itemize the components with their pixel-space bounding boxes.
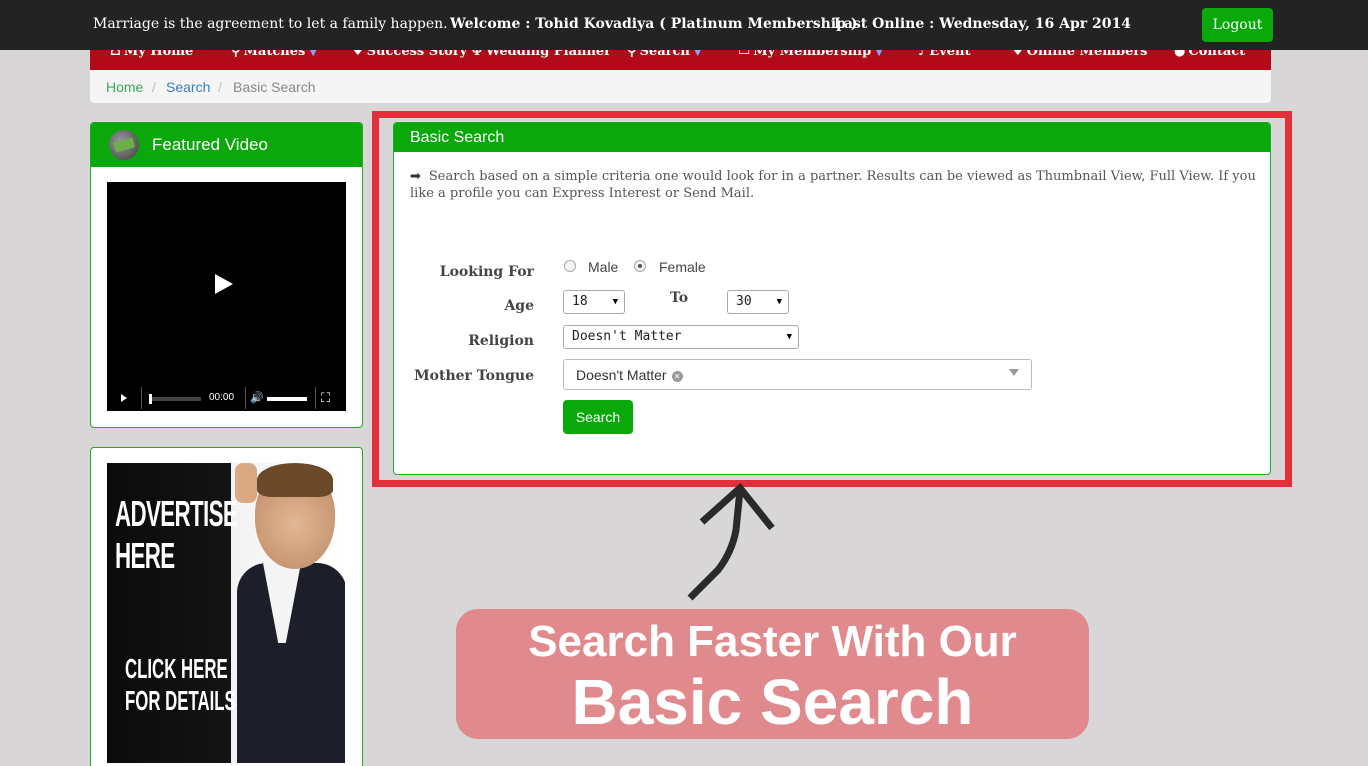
logout-button[interactable]: Logout — [1202, 8, 1273, 42]
search-description-text: Search based on a simple criteria one wo… — [410, 169, 1256, 201]
tagline: Marriage is the agreement to let a famil… — [93, 16, 448, 32]
ad-cta-line1: CLICK HERE — [125, 653, 228, 684]
breadcrumb-current: Basic Search — [233, 79, 316, 95]
chevron-down-icon: ▼ — [786, 332, 792, 342]
gender-radio-female[interactable] — [634, 260, 646, 272]
age-to-value: 30 — [736, 294, 752, 309]
search-button[interactable]: Search — [563, 400, 633, 434]
basic-search-title: Basic Search — [394, 123, 1270, 152]
featured-video-title: Featured Video — [152, 135, 268, 154]
film-reel-icon — [109, 130, 139, 160]
divider — [141, 387, 142, 409]
advertisement-panel: ADVERTISE HERE CLICK HERE FOR DETAILS — [90, 447, 363, 766]
ad-cta: CLICK HERE FOR DETAILS — [125, 653, 236, 717]
religion-value: Doesn't Matter — [572, 329, 682, 344]
video-player[interactable]: 00:00 🔊 ⛶ — [107, 182, 346, 411]
promo-banner: Search Faster With Our Basic Search — [456, 609, 1089, 739]
seek-bar[interactable] — [149, 394, 201, 404]
gender-male-label[interactable]: Male — [588, 259, 618, 275]
promo-banner-line1: Search Faster With Our — [528, 617, 1017, 666]
remove-tag-icon[interactable]: ✕ — [671, 371, 683, 382]
last-online: Last Online : Wednesday, 16 Apr 2014 — [834, 16, 1132, 32]
video-controls: 00:00 🔊 ⛶ — [107, 385, 346, 411]
advertise-here-banner[interactable]: ADVERTISE HERE CLICK HERE FOR DETAILS — [107, 463, 345, 763]
ad-headline-line1: ADVERTISE — [115, 493, 238, 534]
age-from-select[interactable]: 18 ▼ — [563, 290, 625, 314]
chevron-down-icon: ▼ — [776, 297, 782, 307]
ad-headline-line2: HERE — [115, 535, 175, 576]
annotation-arrow-icon — [687, 482, 775, 601]
mother-tongue-value: Doesn't Matter — [576, 367, 667, 383]
ad-man-hair — [257, 463, 333, 497]
video-time: 00:00 — [209, 392, 235, 403]
volume-icon[interactable]: 🔊 — [250, 391, 264, 404]
gender-radio-male[interactable] — [564, 260, 576, 272]
fullscreen-icon[interactable]: ⛶ — [321, 390, 330, 406]
promo-banner-line2: Basic Search — [571, 666, 974, 738]
age-to-label: To — [670, 290, 689, 306]
religion-label: Religion — [468, 333, 534, 349]
top-bar: Marriage is the agreement to let a famil… — [0, 0, 1368, 50]
divider — [245, 387, 246, 409]
breadcrumb: Home / Search / Basic Search — [90, 70, 1271, 103]
age-label: Age — [504, 298, 534, 314]
mother-tongue-label: Mother Tongue — [414, 368, 534, 384]
breadcrumb-search[interactable]: Search — [166, 79, 210, 95]
looking-for-label: Looking For — [439, 264, 534, 280]
ad-cta-line2: FOR DETAILS — [125, 685, 236, 716]
search-description: ➡ Search based on a simple criteria one w… — [410, 168, 1260, 202]
play-icon[interactable] — [215, 274, 233, 294]
mother-tongue-select[interactable]: Doesn't Matter ✕ — [563, 359, 1032, 390]
welcome-text: Welcome : Tohid Kovadiya ( Platinum Memb… — [450, 16, 858, 32]
basic-search-panel: Basic Search ➡ Search based on a simple c… — [393, 122, 1271, 475]
breadcrumb-separator: / — [218, 79, 222, 95]
arrow-right-icon: ➡ — [410, 169, 421, 184]
age-from-value: 18 — [572, 294, 588, 309]
featured-video-header: Featured Video — [91, 123, 362, 167]
ad-man-hand — [235, 463, 257, 503]
breadcrumb-separator: / — [152, 79, 156, 95]
gender-female-label[interactable]: Female — [659, 259, 706, 275]
ad-headline: ADVERTISE HERE — [115, 493, 238, 577]
play-button-icon[interactable] — [121, 394, 127, 402]
religion-select[interactable]: Doesn't Matter ▼ — [563, 325, 799, 349]
divider — [315, 387, 316, 409]
breadcrumb-home[interactable]: Home — [106, 79, 143, 95]
age-to-select[interactable]: 30 ▼ — [727, 290, 789, 314]
volume-slider[interactable] — [267, 397, 307, 401]
featured-video-panel: Featured Video 00:00 🔊 ⛶ — [90, 122, 363, 428]
chevron-down-icon[interactable] — [1009, 369, 1019, 376]
mother-tongue-tag: Doesn't Matter ✕ — [576, 367, 683, 383]
chevron-down-icon: ▼ — [612, 297, 618, 307]
